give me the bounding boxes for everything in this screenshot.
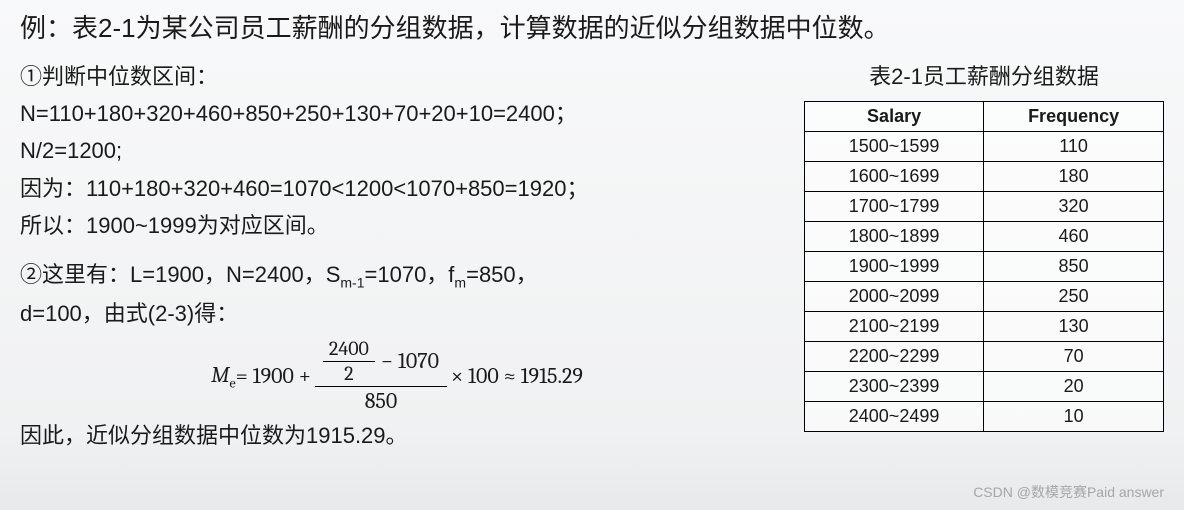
step2-d-line: d=100，由式(2-3)得： <box>20 296 774 331</box>
table-row: 2100~2199130 <box>805 312 1164 342</box>
table-cell: 2000~2099 <box>805 282 984 312</box>
header-salary: Salary <box>805 102 984 132</box>
table-cell: 2100~2199 <box>805 312 984 342</box>
formula-me: Me <box>211 358 236 395</box>
table-row: 1600~1699180 <box>805 162 1164 192</box>
table-cell: 70 <box>984 342 1164 372</box>
table-row: 1500~1599110 <box>805 132 1164 162</box>
table-cell: 250 <box>984 282 1164 312</box>
example-title: 例：表2-1为某公司员工薪酬的分组数据，计算数据的近似分组数据中位数。 <box>20 8 1164 45</box>
table-caption: 表2-1员工薪酬分组数据 <box>804 59 1164 91</box>
salary-frequency-table: Salary Frequency 1500~15991101600~169918… <box>804 101 1164 432</box>
table-cell: 850 <box>984 252 1164 282</box>
table-row: 2200~229970 <box>805 342 1164 372</box>
header-frequency: Frequency <box>984 102 1164 132</box>
formula-nested-fraction: 2400 2 <box>323 337 375 386</box>
table-cell: 180 <box>984 162 1164 192</box>
table-cell: 1700~1799 <box>805 192 984 222</box>
step2-conclusion: 因此，近似分组数据中位数为1915.29。 <box>20 418 774 453</box>
step2-heading: ②这里有：L=1900，N=2400，Sm-1=1070，fm=850， <box>20 257 774 294</box>
table-cell: 10 <box>984 402 1164 432</box>
table-body: 1500~15991101600~16991801700~17993201800… <box>805 132 1164 432</box>
step1-half: N/2=1200; <box>20 133 774 168</box>
formula-tail: × 100 ≈ 1915.29 <box>451 359 583 394</box>
formula-eq: = 1900 + <box>236 359 311 394</box>
table-cell: 460 <box>984 222 1164 252</box>
data-table-section: 表2-1员工薪酬分组数据 Salary Frequency 1500~15991… <box>804 59 1164 455</box>
table-row: 1900~1999850 <box>805 252 1164 282</box>
table-row: 1700~1799320 <box>805 192 1164 222</box>
sub-fm: m <box>454 274 466 290</box>
table-header-row: Salary Frequency <box>805 102 1164 132</box>
table-row: 2000~2099250 <box>805 282 1164 312</box>
table-cell: 2300~2399 <box>805 372 984 402</box>
formula-denominator: 850 <box>357 387 406 416</box>
table-cell: 1600~1699 <box>805 162 984 192</box>
median-formula: Me = 1900 + 2400 2 − 1070 850 × 100 ≈ 19… <box>20 337 774 416</box>
step2-prefix: ②这里有：L=1900，N=2400，S <box>20 262 340 287</box>
solution-text: ①判断中位数区间： N=110+180+320+460+850+250+130+… <box>20 59 774 455</box>
step1-heading: ①判断中位数区间： <box>20 59 774 94</box>
content-wrap: ①判断中位数区间： N=110+180+320+460+850+250+130+… <box>20 59 1164 455</box>
sub-sm1: m-1 <box>340 274 364 290</box>
step1-so: 所以：1900~1999为对应区间。 <box>20 208 774 243</box>
table-cell: 20 <box>984 372 1164 402</box>
table-cell: 1900~1999 <box>805 252 984 282</box>
table-cell: 2400~2499 <box>805 402 984 432</box>
step1-sum: N=110+180+320+460+850+250+130+70+20+10=2… <box>20 96 774 131</box>
step2-mid: =1070，f <box>365 262 455 287</box>
table-cell: 1500~1599 <box>805 132 984 162</box>
table-cell: 2200~2299 <box>805 342 984 372</box>
table-row: 2300~239920 <box>805 372 1164 402</box>
table-cell: 110 <box>984 132 1164 162</box>
table-cell: 1800~1899 <box>805 222 984 252</box>
step2-suffix: =850， <box>466 262 538 287</box>
step1-because: 因为：110+180+320+460=1070<1200<1070+850=19… <box>20 171 774 206</box>
table-cell: 130 <box>984 312 1164 342</box>
table-row: 1800~1899460 <box>805 222 1164 252</box>
formula-main-fraction: 2400 2 − 1070 850 <box>315 337 447 416</box>
table-cell: 320 <box>984 192 1164 222</box>
watermark-text: CSDN @数模竞赛Paid answer <box>973 482 1164 502</box>
table-row: 2400~249910 <box>805 402 1164 432</box>
formula-minus-part: − 1070 <box>381 347 439 376</box>
